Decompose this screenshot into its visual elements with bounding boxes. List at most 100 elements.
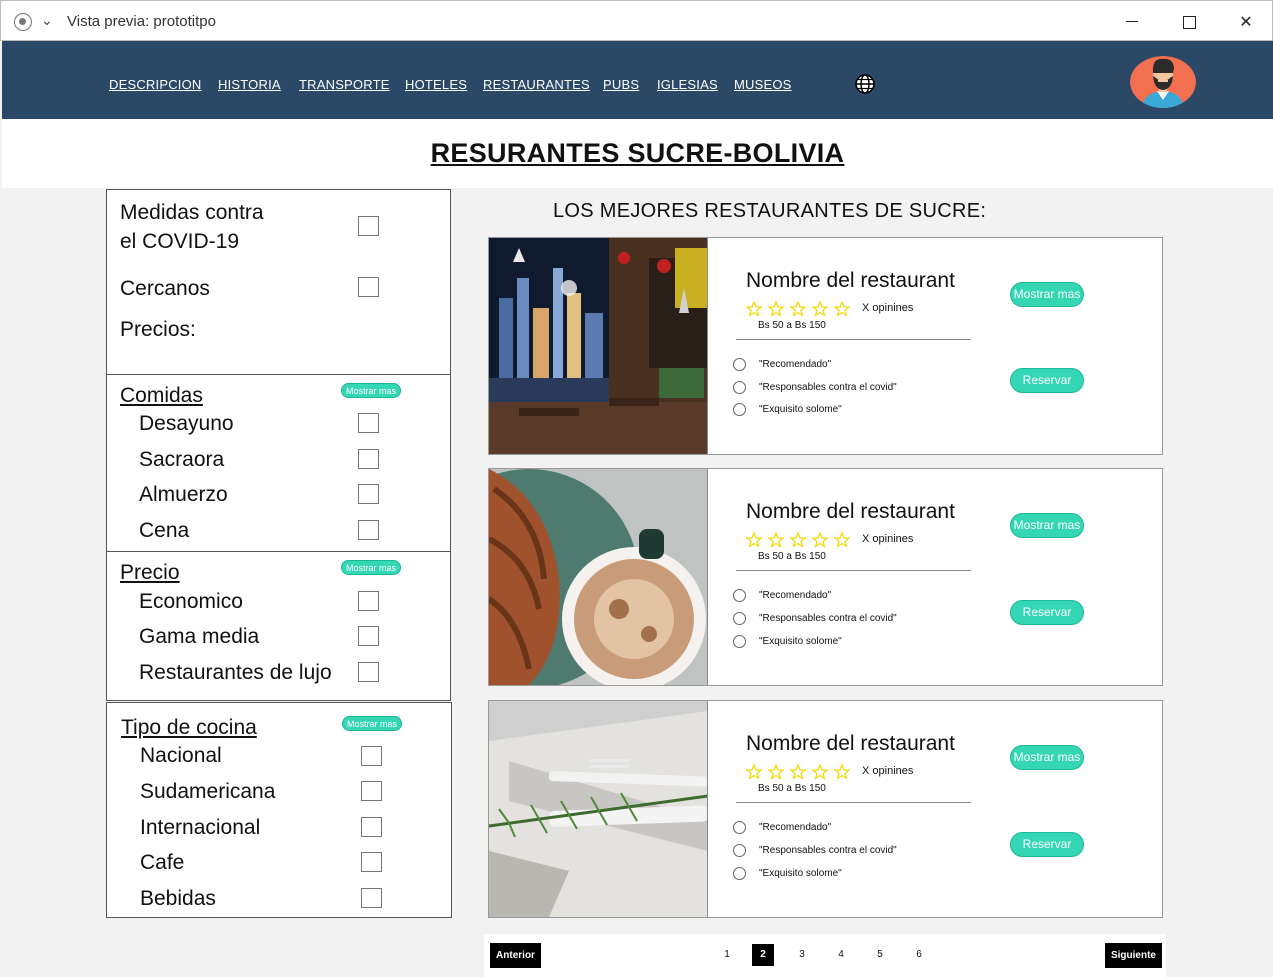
maximize-button[interactable] (1175, 9, 1203, 35)
filter-checkbox-desayuno[interactable] (358, 413, 379, 433)
show-more-button[interactable]: Mostrar mas (1010, 745, 1084, 770)
filter-box-precio: Precio Mostrar mas Economico Gama media … (106, 551, 451, 701)
page-number[interactable]: 6 (908, 944, 930, 966)
page-number[interactable]: 1 (716, 944, 738, 966)
nav-link-hoteles[interactable]: HOTELES (405, 77, 467, 92)
filter-box-comidas: Comidas Mostrar mas Desayuno Sacraora Al… (106, 374, 451, 552)
page-title: RESURANTES SUCRE-BOLIVIA (430, 138, 845, 168)
star-icon (746, 532, 762, 547)
filter-checkbox-cafe[interactable] (361, 852, 382, 872)
globe-icon[interactable] (855, 74, 875, 94)
option-exquisito[interactable]: "Exquisito solome" (733, 867, 842, 880)
prices-label: Precios: (120, 318, 196, 341)
filter-option-label: Cafe (140, 851, 185, 874)
filter-checkbox-internacional[interactable] (361, 817, 382, 837)
filter-option-label: Sacraora (139, 448, 225, 471)
card-divider (736, 339, 971, 340)
radio-button[interactable] (733, 381, 746, 394)
option-label: "Recomendado" (759, 359, 832, 370)
window-title: Vista previa: prototitpo (67, 13, 216, 30)
radio-button[interactable] (733, 844, 746, 857)
nav-link-restaurantes[interactable]: RESTAURANTES (483, 77, 590, 92)
page-number-current[interactable]: 2 (752, 944, 774, 966)
nav-link-descripcion[interactable]: DESCRIPCION (109, 77, 202, 92)
filter-option-label: Restaurantes de lujo (139, 661, 332, 684)
page-number[interactable]: 5 (869, 944, 891, 966)
show-more-button[interactable]: Mostrar mas (1010, 282, 1084, 307)
next-page-button[interactable]: Siguiente (1105, 943, 1162, 968)
filter-box-tipo-cocina: Tipo de cocina Mostrar mas Nacional Suda… (106, 702, 452, 918)
option-label: "Recomendado" (759, 822, 832, 833)
reserve-button[interactable]: Reservar (1010, 600, 1084, 625)
page-number[interactable]: 3 (791, 944, 813, 966)
star-icon (768, 764, 784, 779)
star-icon (834, 532, 850, 547)
filter-checkbox-sacraora[interactable] (358, 449, 379, 469)
option-responsables-covid[interactable]: "Responsables contra el covid" (733, 381, 897, 394)
filter-checkbox-lujo[interactable] (358, 662, 379, 682)
star-icon (790, 301, 806, 316)
option-recomendado[interactable]: "Recomendado" (733, 358, 831, 371)
close-button[interactable]: ✕ (1232, 9, 1260, 35)
show-more-button[interactable]: Mostrar mas (1010, 513, 1084, 538)
star-icon (812, 301, 828, 316)
option-label: "Responsables contra el covid" (759, 382, 897, 393)
page-number[interactable]: 4 (830, 944, 852, 966)
nav-link-pubs[interactable]: PUBS (603, 77, 639, 92)
comidas-heading: Comidas (120, 384, 203, 407)
price-range: Bs 50 a Bs 150 (758, 320, 826, 331)
reserve-button[interactable]: Reservar (1010, 832, 1084, 857)
star-icon (790, 532, 806, 547)
chevron-down-icon[interactable]: ⌄ (41, 13, 53, 29)
comidas-show-more-button[interactable]: Mostrar mas (341, 383, 402, 398)
filter-checkbox-almuerzo[interactable] (358, 484, 379, 504)
window-titlebar: ⌄ Vista previa: prototitpo ✕ (0, 0, 1273, 41)
filter-checkbox-economico[interactable] (358, 591, 379, 611)
filter-checkbox-nacional[interactable] (361, 746, 382, 766)
tipo-cocina-show-more-button[interactable]: Mostrar mas (342, 716, 403, 731)
radio-button[interactable] (733, 589, 746, 602)
nav-link-transporte[interactable]: TRANSPORTE (299, 77, 390, 92)
star-icon (790, 764, 806, 779)
covid-label-line1: Medidas contra (120, 201, 264, 224)
option-responsables-covid[interactable]: "Responsables contra el covid" (733, 844, 897, 857)
radio-button[interactable] (733, 867, 746, 880)
filter-option-label: Desayuno (139, 412, 234, 435)
heading-band: RESURANTES SUCRE-BOLIVIA (2, 119, 1273, 188)
filter-checkbox-cena[interactable] (358, 520, 379, 540)
covid-label-line2: el COVID-19 (120, 230, 240, 253)
star-icon (834, 764, 850, 779)
star-icon (768, 532, 784, 547)
user-avatar[interactable] (1130, 56, 1196, 108)
nav-link-iglesias[interactable]: IGLESIAS (657, 77, 718, 92)
precio-heading: Precio (120, 561, 180, 584)
radio-button[interactable] (733, 635, 746, 648)
option-exquisito[interactable]: "Exquisito solome" (733, 635, 842, 648)
radio-button[interactable] (733, 403, 746, 416)
filter-checkbox-bebidas[interactable] (361, 888, 382, 908)
option-responsables-covid[interactable]: "Responsables contra el covid" (733, 612, 897, 625)
option-exquisito[interactable]: "Exquisito solome" (733, 403, 842, 416)
filter-option-label: Cena (139, 519, 190, 542)
radio-button[interactable] (733, 358, 746, 371)
restaurant-name: Nombre del restaurant (746, 269, 955, 292)
option-recomendado[interactable]: "Recomendado" (733, 589, 831, 602)
filter-option-label: Internacional (140, 816, 261, 839)
radio-button[interactable] (733, 821, 746, 834)
minimize-button[interactable] (1118, 9, 1146, 35)
filter-option-label: Gama media (139, 625, 260, 648)
star-icon (812, 532, 828, 547)
covid-checkbox[interactable] (358, 216, 379, 236)
precio-show-more-button[interactable]: Mostrar mas (341, 560, 402, 575)
nearby-checkbox[interactable] (358, 277, 379, 297)
option-recomendado[interactable]: "Recomendado" (733, 821, 831, 834)
radio-button[interactable] (733, 612, 746, 625)
tipo-cocina-heading: Tipo de cocina (121, 716, 257, 739)
nav-link-historia[interactable]: HISTORIA (218, 77, 281, 92)
nav-link-museos[interactable]: MUSEOS (734, 77, 792, 92)
filter-checkbox-sudamericana[interactable] (361, 781, 382, 801)
filter-checkbox-gama-media[interactable] (358, 626, 379, 646)
croissant-coffee-photo (489, 469, 708, 685)
previous-page-button[interactable]: Anterior (490, 943, 541, 968)
reserve-button[interactable]: Reservar (1010, 368, 1084, 393)
